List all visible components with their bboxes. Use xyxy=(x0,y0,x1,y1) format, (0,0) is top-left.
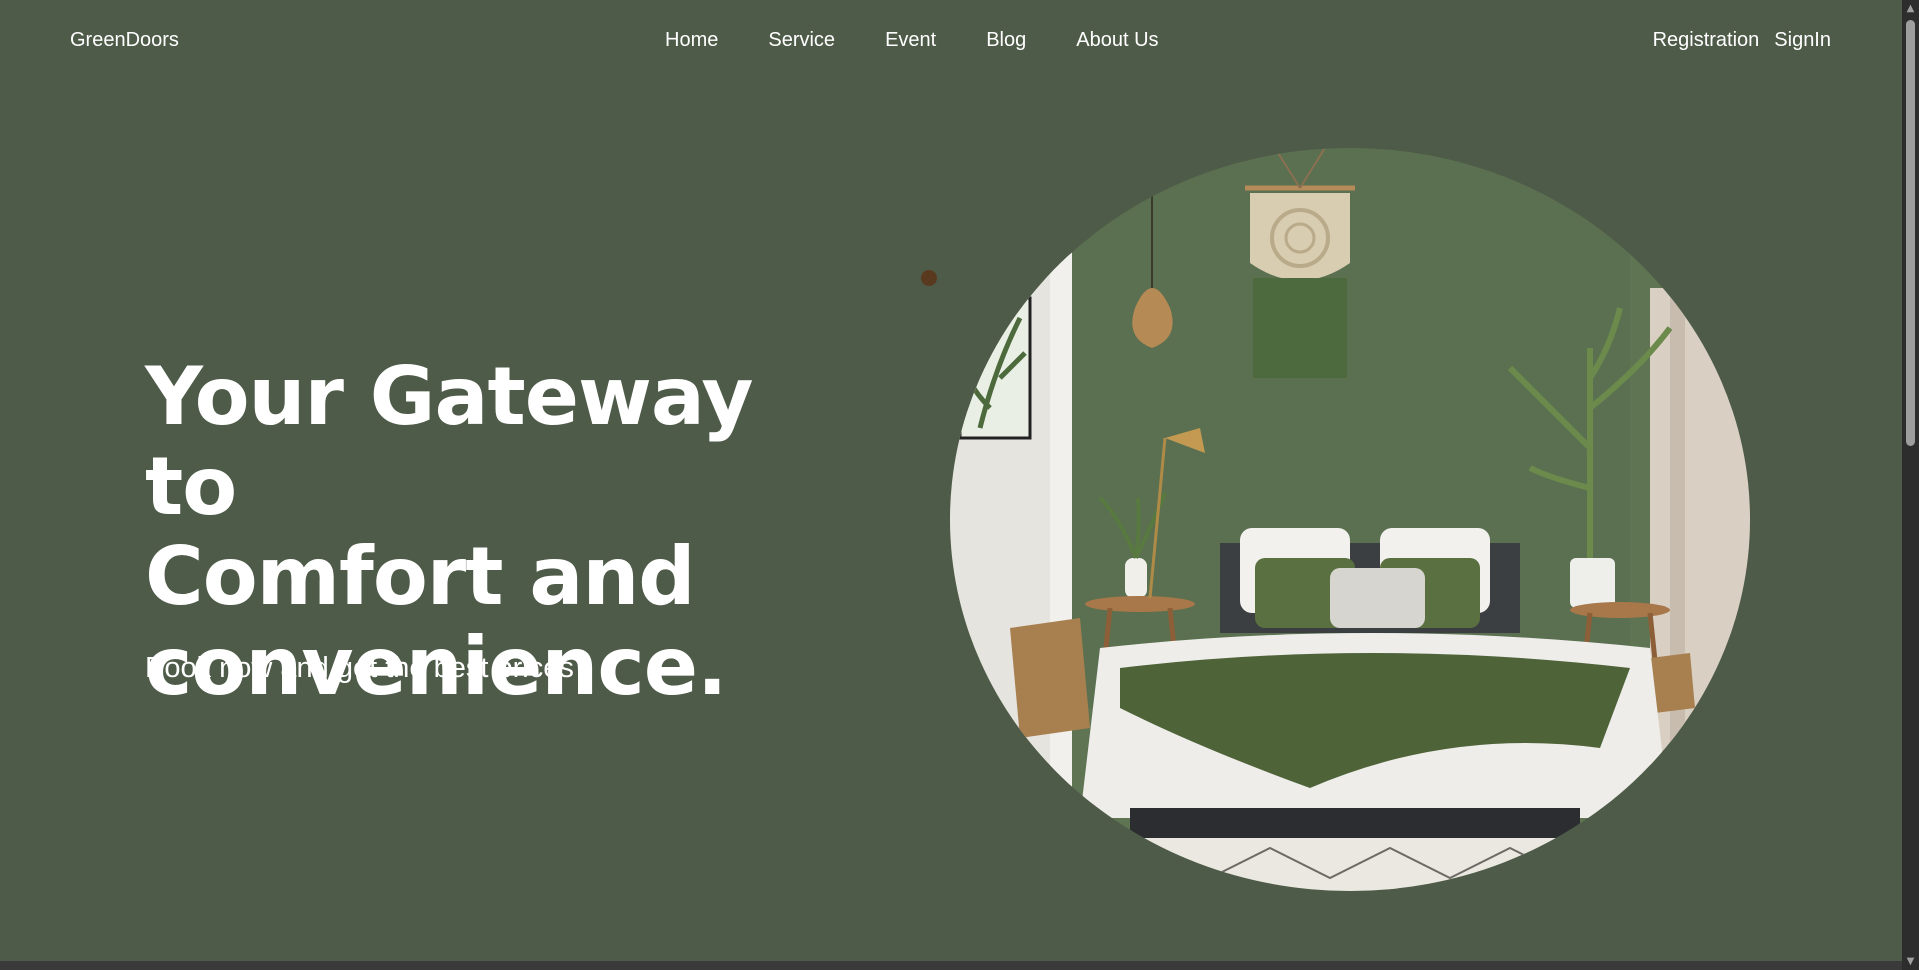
hero-subtitle: Book now and get the best prices xyxy=(145,652,574,684)
auth-links: Registration SignIn xyxy=(1638,29,1831,52)
page: GreenDoors Home Service Event Blog About… xyxy=(0,0,1919,970)
vertical-scrollbar[interactable]: ▲ ▼ xyxy=(1902,0,1919,970)
horizontal-scrollbar-track xyxy=(0,961,1902,970)
nav-home[interactable]: Home xyxy=(665,29,718,52)
brand-logo[interactable]: GreenDoors xyxy=(70,29,179,52)
bedroom-photo xyxy=(950,148,1750,891)
nav-event[interactable]: Event xyxy=(885,29,936,52)
registration-link[interactable]: Registration xyxy=(1653,29,1760,52)
decorative-dot xyxy=(921,270,937,286)
nav-about-us[interactable]: About Us xyxy=(1076,29,1158,52)
hero-title-line-1: Your Gateway to xyxy=(145,350,754,533)
nav-blog[interactable]: Blog xyxy=(986,29,1026,52)
main-nav: Home Service Event Blog About Us xyxy=(665,29,1209,52)
hero-title-line-2: Comfort and xyxy=(145,530,696,623)
nav-service[interactable]: Service xyxy=(768,29,835,52)
signin-link[interactable]: SignIn xyxy=(1774,29,1831,52)
scrollbar-thumb[interactable] xyxy=(1906,20,1915,446)
bedroom-illustration xyxy=(950,148,1750,891)
scroll-down-icon[interactable]: ▼ xyxy=(1902,953,1919,970)
scroll-up-icon[interactable]: ▲ xyxy=(1902,0,1919,17)
